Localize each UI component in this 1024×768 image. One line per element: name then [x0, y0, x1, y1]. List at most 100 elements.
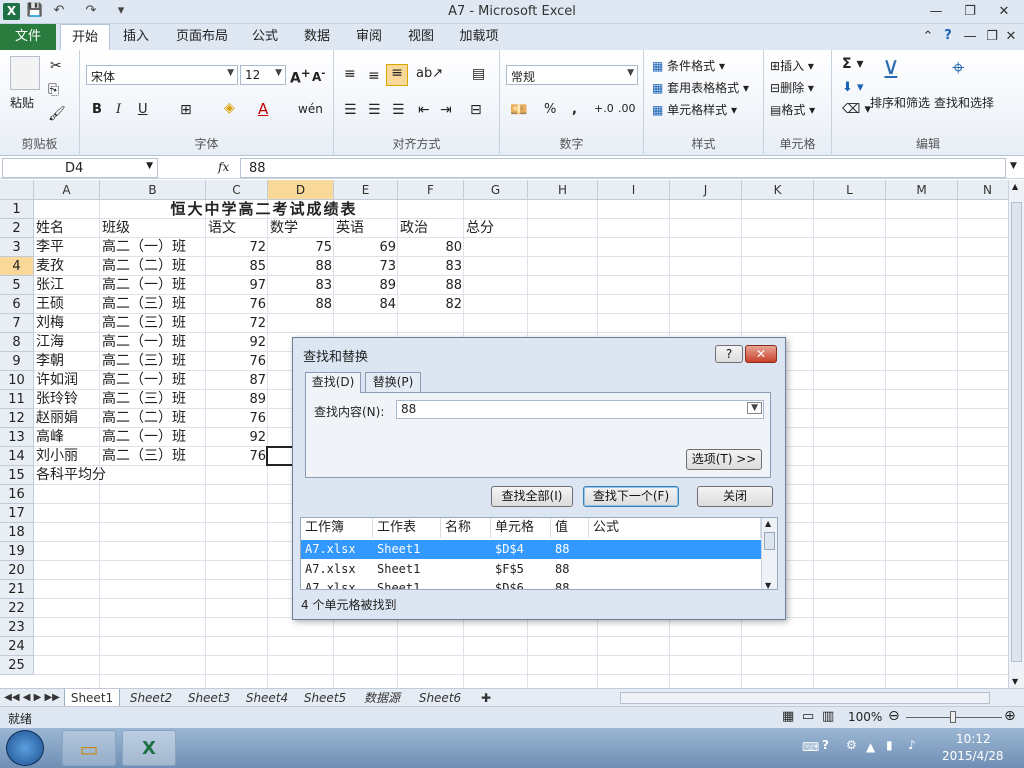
row-header-15[interactable]: 15: [0, 466, 34, 485]
class-cell[interactable]: 高二（一）班: [102, 333, 208, 352]
sheet-tab-1[interactable]: Sheet1: [64, 689, 120, 707]
name-cell[interactable]: 江海: [36, 333, 102, 352]
tab-find[interactable]: 查找(D): [305, 372, 361, 393]
column-header-h[interactable]: H: [528, 180, 598, 200]
italic-icon[interactable]: I: [116, 102, 121, 117]
name-cell[interactable]: 刘梅: [36, 314, 102, 333]
cut-icon[interactable]: ✂: [50, 58, 62, 74]
row-header-3[interactable]: 3: [0, 238, 34, 257]
clock-time[interactable]: 10:12: [956, 732, 991, 746]
sort-filter-button[interactable]: 排序和筛选: [870, 94, 930, 111]
decrease-decimal-icon[interactable]: .00: [618, 102, 636, 115]
column-header-g[interactable]: G: [464, 180, 528, 200]
header-cell[interactable]: 语文: [208, 219, 270, 238]
class-cell[interactable]: 高二（三）班: [102, 352, 208, 371]
tab-formulas[interactable]: 公式: [244, 24, 286, 50]
comma-icon[interactable]: ,: [572, 102, 577, 117]
tab-insert[interactable]: 插入: [114, 24, 158, 50]
new-sheet-icon[interactable]: ✚: [474, 689, 498, 707]
zoom-level[interactable]: 100%: [848, 710, 882, 724]
options-button[interactable]: 选项(T) >>: [686, 449, 762, 470]
col-formula[interactable]: 公式: [589, 518, 761, 538]
paste-button[interactable]: 粘贴: [10, 94, 34, 111]
score-cell[interactable]: 76: [206, 409, 268, 428]
class-cell[interactable]: 高二（一）班: [102, 428, 208, 447]
row-header-13[interactable]: 13: [0, 428, 34, 447]
header-cell[interactable]: 数学: [270, 219, 336, 238]
score-cell[interactable]: 89: [206, 390, 268, 409]
column-header-b[interactable]: B: [100, 180, 206, 200]
score-cell[interactable]: 75: [268, 238, 334, 257]
score-cell[interactable]: 72: [206, 238, 268, 257]
tray-expand-icon[interactable]: ▲: [866, 740, 875, 754]
row-header-1[interactable]: 1: [0, 200, 34, 219]
cell-styles-button[interactable]: ▦ 单元格样式 ▾: [652, 101, 737, 118]
tab-page-layout[interactable]: 页面布局: [170, 24, 234, 50]
row-header-16[interactable]: 16: [0, 485, 34, 504]
row-header-9[interactable]: 9: [0, 352, 34, 371]
score-cell[interactable]: 88: [268, 257, 334, 276]
find-next-button[interactable]: 查找下一个(F): [583, 486, 679, 507]
align-center-icon[interactable]: ☰: [368, 102, 381, 118]
result-row[interactable]: A7.xlsx Sheet1 $D$6 88: [301, 579, 761, 589]
clock-date[interactable]: 2015/4/28: [942, 749, 1004, 763]
copy-icon[interactable]: ⎘: [48, 82, 59, 98]
dialog-help-icon[interactable]: ?: [715, 345, 743, 363]
align-top-icon[interactable]: ≡: [344, 66, 356, 82]
network-icon[interactable]: ▮: [886, 738, 893, 752]
header-cell[interactable]: 班级: [102, 219, 208, 238]
paste-icon[interactable]: [10, 56, 40, 90]
name-box-dropdown-icon[interactable]: ▼: [146, 161, 153, 171]
sheet-nav-icon[interactable]: ◀◀ ◀ ▶ ▶▶: [4, 689, 60, 707]
close-window-icon[interactable]: ✕: [990, 2, 1018, 22]
start-button-icon[interactable]: [6, 730, 44, 766]
horizontal-scrollbar[interactable]: [620, 692, 990, 704]
row-header-23[interactable]: 23: [0, 618, 34, 637]
align-right-icon[interactable]: ☰: [392, 102, 405, 118]
header-cell[interactable]: 总分: [466, 219, 530, 238]
score-cell[interactable]: 80: [398, 238, 464, 257]
score-cell[interactable]: 89: [334, 276, 398, 295]
restore-icon[interactable]: ❐: [956, 2, 984, 22]
name-cell[interactable]: 李平: [36, 238, 102, 257]
row-header-18[interactable]: 18: [0, 523, 34, 542]
sheet-tab-4[interactable]: Sheet4: [240, 689, 294, 707]
fill-icon[interactable]: ⬇ ▾: [842, 80, 864, 95]
border-icon[interactable]: ⊞: [180, 102, 192, 118]
name-box[interactable]: D4 ▼: [2, 158, 158, 178]
result-row[interactable]: A7.xlsx Sheet1 $D$4 88: [301, 540, 761, 559]
name-cell[interactable]: 麦孜: [36, 257, 102, 276]
col-value[interactable]: 值: [551, 518, 589, 538]
increase-decimal-icon[interactable]: +.0: [594, 102, 614, 115]
tab-file[interactable]: 文件: [0, 24, 56, 50]
format-as-table-button[interactable]: ▦ 套用表格格式 ▾: [652, 79, 749, 96]
score-cell[interactable]: 87: [206, 371, 268, 390]
find-dropdown-icon[interactable]: ▼: [747, 402, 762, 414]
tray-help-icon[interactable]: ?: [822, 738, 829, 752]
shrink-font-icon[interactable]: A-: [312, 68, 325, 84]
results-scroll-down-icon[interactable]: ▼: [765, 581, 771, 589]
score-cell[interactable]: 76: [206, 352, 268, 371]
sheet-tab-3[interactable]: Sheet3: [182, 689, 236, 707]
score-cell[interactable]: 92: [206, 333, 268, 352]
select-all-corner[interactable]: [0, 180, 34, 200]
header-cell[interactable]: 政治: [400, 219, 466, 238]
merge-center-icon[interactable]: ⊟: [470, 102, 482, 118]
bold-icon[interactable]: B: [92, 102, 102, 117]
row-header-25[interactable]: 25: [0, 656, 34, 675]
name-cell[interactable]: 张玲铃: [36, 390, 102, 409]
row-header-14[interactable]: 14: [0, 447, 34, 466]
excel-taskbar-icon[interactable]: X: [122, 730, 176, 766]
tab-home[interactable]: 开始: [60, 24, 110, 51]
header-cell[interactable]: 英语: [336, 219, 400, 238]
sheet-tab-data-source[interactable]: 数据源: [356, 689, 408, 707]
view-normal-icon[interactable]: ▦: [782, 709, 794, 724]
font-name-combo[interactable]: 宋体 ▼: [86, 65, 238, 85]
insert-cells-button[interactable]: ⊞插入 ▾: [770, 57, 814, 74]
wrap-text-icon[interactable]: ▤: [472, 66, 485, 82]
name-cell[interactable]: 王硕: [36, 295, 102, 314]
column-header-k[interactable]: K: [742, 180, 814, 200]
find-what-input[interactable]: 88 ▼: [396, 400, 764, 419]
col-sheet[interactable]: 工作表: [373, 518, 441, 538]
row-header-4[interactable]: 4: [0, 257, 34, 276]
